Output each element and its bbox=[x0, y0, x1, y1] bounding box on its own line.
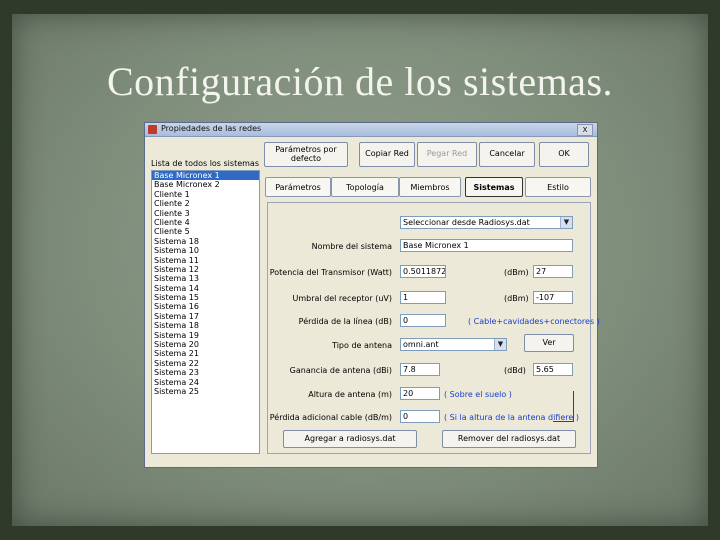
list-item[interactable]: Sistema 19 bbox=[152, 331, 259, 340]
remove-radiosys-button[interactable]: Remover del radiosys.dat bbox=[442, 430, 576, 448]
add-radiosys-button[interactable]: Agregar a radiosys.dat bbox=[283, 430, 417, 448]
list-item[interactable]: Sistema 11 bbox=[152, 256, 259, 265]
list-item[interactable]: Base Micronex 1 bbox=[152, 171, 259, 181]
list-item[interactable]: Cliente 2 bbox=[152, 199, 259, 208]
view-antenna-button[interactable]: Ver bbox=[524, 334, 574, 352]
antenna-gain-dbd-unit: (dBd) bbox=[504, 366, 526, 375]
tab-systems[interactable]: Sistemas bbox=[465, 177, 523, 197]
systems-list-label: Lista de todos los sistemas bbox=[151, 159, 259, 168]
line-loss-label: Pérdida de la línea (dB) bbox=[298, 317, 392, 326]
tab-style[interactable]: Estilo bbox=[525, 177, 591, 197]
list-item[interactable]: Sistema 14 bbox=[152, 284, 259, 293]
extra-loss-label: Pérdida adicional cable (dB/m) bbox=[269, 413, 392, 422]
system-name-input[interactable]: Base Micronex 1 bbox=[400, 239, 573, 252]
cancel-button[interactable]: Cancelar bbox=[479, 142, 535, 167]
radiosys-select-value: Seleccionar desde Radiosys.dat bbox=[403, 218, 530, 227]
system-name-label: Nombre del sistema bbox=[311, 242, 392, 251]
list-item[interactable]: Cliente 5 bbox=[152, 227, 259, 236]
paste-network-button[interactable]: Pegar Red bbox=[417, 142, 477, 167]
network-properties-dialog: Propiedades de las redes X Parámetros po… bbox=[144, 122, 600, 468]
height-bracket bbox=[553, 391, 574, 422]
chevron-down-icon[interactable]: ▼ bbox=[494, 339, 506, 350]
systems-panel: Seleccionar desde Radiosys.dat ▼ Nombre … bbox=[267, 202, 600, 454]
antenna-type-select[interactable]: omni.ant ▼ bbox=[400, 338, 507, 351]
copy-network-button[interactable]: Copiar Red bbox=[359, 142, 415, 167]
antenna-gain-dbd-input[interactable]: 5.65 bbox=[533, 363, 573, 376]
tx-power-dbm-input[interactable]: 27 bbox=[533, 265, 573, 278]
antenna-height-label: Altura de antena (m) bbox=[308, 390, 392, 399]
rx-threshold-dbm-unit: (dBm) bbox=[504, 294, 529, 303]
list-item[interactable]: Sistema 23 bbox=[152, 368, 259, 377]
list-item[interactable]: Base Micronex 2 bbox=[152, 180, 259, 189]
ok-button[interactable]: OK bbox=[539, 142, 589, 167]
list-item[interactable]: Cliente 3 bbox=[152, 209, 259, 218]
rx-threshold-dbm-input[interactable]: -107 bbox=[533, 291, 573, 304]
list-item[interactable]: Sistema 24 bbox=[152, 378, 259, 387]
app-icon bbox=[148, 125, 157, 134]
list-item[interactable]: Sistema 10 bbox=[152, 246, 259, 255]
list-item[interactable]: Sistema 18 bbox=[152, 321, 259, 330]
antenna-type-label: Tipo de antena bbox=[332, 341, 392, 350]
list-item[interactable]: Cliente 4 bbox=[152, 218, 259, 227]
window-titlebar[interactable]: Propiedades de las redes X bbox=[145, 123, 597, 137]
tab-members[interactable]: Miembros bbox=[399, 177, 461, 197]
antenna-height-note: ( Sobre el suelo ) bbox=[444, 390, 512, 399]
antenna-type-value: omni.ant bbox=[403, 340, 439, 349]
default-params-button[interactable]: Parámetros por defecto bbox=[264, 142, 348, 167]
tab-parameters[interactable]: Parámetros bbox=[265, 177, 331, 197]
antenna-height-input[interactable]: 20 bbox=[400, 387, 440, 400]
chevron-down-icon[interactable]: ▼ bbox=[560, 217, 572, 228]
systems-listbox[interactable]: Base Micronex 1 Base Micronex 2 Cliente 1C… bbox=[151, 170, 260, 454]
list-item[interactable]: Sistema 12 bbox=[152, 265, 259, 274]
list-item[interactable]: Sistema 15 bbox=[152, 293, 259, 302]
antenna-gain-label: Ganancia de antena (dBi) bbox=[289, 366, 392, 375]
line-loss-input[interactable]: 0 bbox=[400, 314, 446, 327]
list-item[interactable]: Cliente 1 bbox=[152, 190, 259, 199]
list-item[interactable]: Sistema 22 bbox=[152, 359, 259, 368]
list-item[interactable]: Sistema 13 bbox=[152, 274, 259, 283]
rx-threshold-label: Umbral del receptor (uV) bbox=[292, 294, 392, 303]
list-item[interactable]: Sistema 16 bbox=[152, 302, 259, 311]
tx-power-label: Potencia del Transmisor (Watt) bbox=[269, 268, 392, 277]
list-item[interactable]: Sistema 25 bbox=[152, 387, 259, 396]
list-item[interactable]: Sistema 18 bbox=[152, 237, 259, 246]
tx-power-input[interactable]: 0.5011872 bbox=[400, 265, 446, 278]
tab-topology[interactable]: Topología bbox=[331, 177, 399, 197]
extra-loss-input[interactable]: 0 bbox=[400, 410, 440, 423]
tx-power-dbm-unit: (dBm) bbox=[504, 268, 529, 277]
rx-threshold-input[interactable]: 1 bbox=[400, 291, 446, 304]
slide-title: Configuración de los sistemas. bbox=[106, 59, 614, 104]
line-loss-note: ( Cable+cavidades+conectores ) bbox=[468, 317, 600, 326]
window-title: Propiedades de las redes bbox=[161, 124, 262, 133]
radiosys-select[interactable]: Seleccionar desde Radiosys.dat ▼ bbox=[400, 216, 573, 229]
antenna-gain-input[interactable]: 7.8 bbox=[400, 363, 440, 376]
close-icon[interactable]: X bbox=[577, 124, 593, 136]
list-item[interactable]: Sistema 20 bbox=[152, 340, 259, 349]
list-item[interactable]: Sistema 17 bbox=[152, 312, 259, 321]
list-item[interactable]: Sistema 21 bbox=[152, 349, 259, 358]
